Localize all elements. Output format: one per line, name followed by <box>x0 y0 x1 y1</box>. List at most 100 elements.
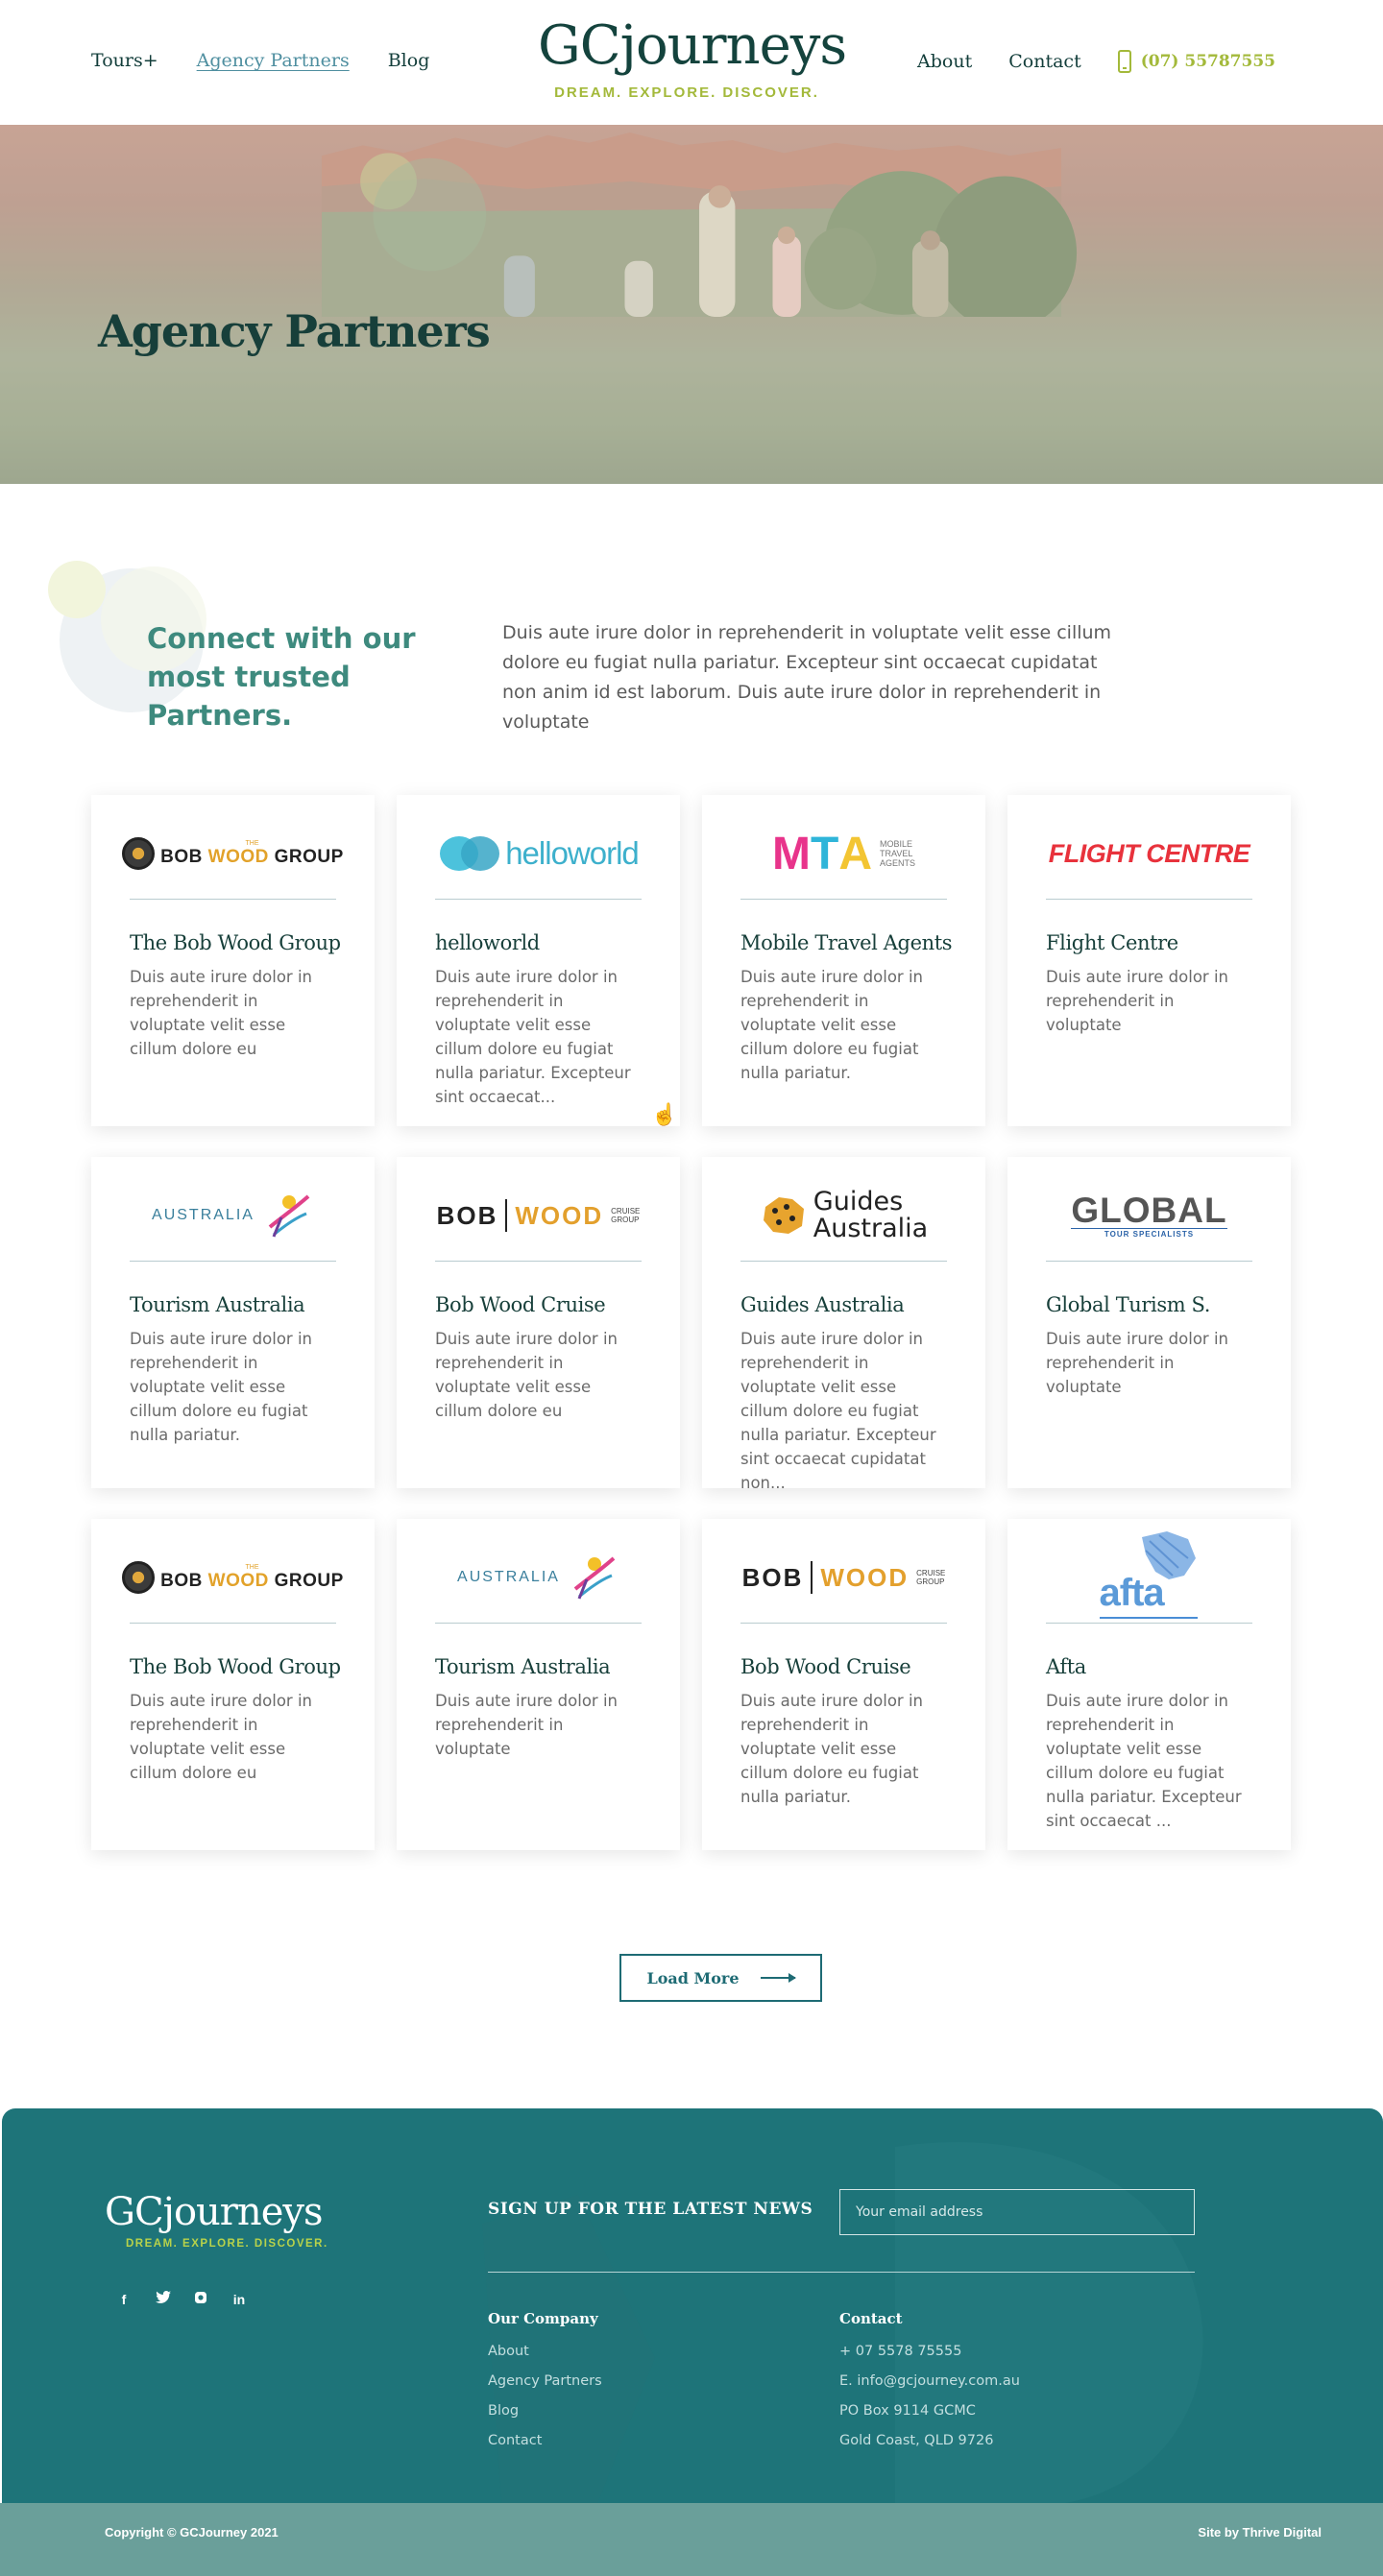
pointer-hand-icon: ☝ <box>651 1102 678 1126</box>
footer-logo-wordmark: GCjourneys <box>105 2190 323 2234</box>
partner-description: Duis aute irure dolor in reprehenderit i… <box>435 968 631 1106</box>
linkedin-icon[interactable]: in <box>232 2292 246 2307</box>
facebook-icon[interactable]: f <box>117 2292 131 2307</box>
card-divider <box>740 1261 947 1262</box>
partner-title: Bob Wood Cruise <box>740 1655 911 1678</box>
partner-title: Tourism Australia <box>435 1655 611 1678</box>
secondary-nav: About Contact (07) 55787555 <box>917 50 1275 73</box>
site-header: Tours+ Agency Partners Blog GCjourneys D… <box>0 0 1383 125</box>
card-divider <box>130 899 336 900</box>
primary-nav: Tours+ Agency Partners Blog <box>91 50 429 71</box>
partner-description: Duis aute irure dolor in reprehenderit i… <box>130 968 312 1058</box>
card-divider <box>1046 899 1252 900</box>
logo-tagline: DREAM. EXPLORE. DISCOVER. <box>554 84 819 101</box>
twitter-icon[interactable] <box>156 2291 171 2307</box>
partner-description: Duis aute irure dolor in reprehenderit i… <box>1046 1330 1228 1396</box>
partner-title: Bob Wood Cruise <box>435 1293 606 1316</box>
phone-link[interactable]: (07) 55787555 <box>1117 50 1275 73</box>
partner-description: Duis aute irure dolor in reprehenderit i… <box>130 1692 312 1782</box>
site-footer: GCjourneys DREAM. EXPLORE. DISCOVER. f i… <box>2 2108 1383 2504</box>
partner-card[interactable]: GLOBAL TOUR SPECIALISTS Global Turism S. … <box>1007 1157 1291 1488</box>
partner-card[interactable]: AUSTRALIA Tourism Australia Duis aute ir… <box>397 1519 680 1850</box>
footer-divider <box>488 2272 1195 2273</box>
partner-title: Guides Australia <box>740 1293 905 1316</box>
footer-email[interactable]: E. info@gcjourney.com.au <box>839 2367 1020 2396</box>
card-divider <box>1046 1261 1252 1262</box>
partner-title: Mobile Travel Agents <box>740 931 953 954</box>
intro-heading: Connect with our most trusted Partners. <box>147 622 416 732</box>
footer-link-agency-partners[interactable]: Agency Partners <box>488 2367 602 2396</box>
footer-link-blog[interactable]: Blog <box>488 2396 602 2426</box>
partner-card[interactable]: THE BOB WOOD GROUP The Bob Wood Group Du… <box>91 1519 375 1850</box>
footer-contact-column: Contact + 07 5578 75555 E. info@gcjourne… <box>839 2310 1020 2456</box>
nav-contact[interactable]: Contact <box>1008 51 1080 72</box>
partner-description: Duis aute irure dolor in reprehenderit i… <box>435 1330 618 1420</box>
afta-logo: afta <box>1017 1519 1281 1623</box>
card-divider <box>435 1623 642 1624</box>
partner-title: Afta <box>1046 1655 1086 1678</box>
partner-title: Global Turism S. <box>1046 1293 1211 1316</box>
nav-tours[interactable]: Tours+ <box>91 50 158 71</box>
bob-wood-cruise-logo: BOB WOOD CRUISE GROUP <box>712 1519 976 1623</box>
instagram-icon[interactable] <box>194 2291 207 2307</box>
partner-title: helloworld <box>435 931 540 954</box>
newsletter-email-input[interactable] <box>839 2189 1195 2235</box>
site-credit-link[interactable]: Site by Thrive Digital <box>1198 2525 1322 2540</box>
global-tourism-logo: GLOBAL TOUR SPECIALISTS <box>1071 1191 1227 1239</box>
load-more-label: Load More <box>646 1968 740 1987</box>
partner-card[interactable]: Guides Australia Guides Australia Duis au… <box>702 1157 985 1492</box>
footer-logo[interactable]: GCjourneys DREAM. EXPLORE. DISCOVER. <box>105 2193 328 2250</box>
footer-phone[interactable]: + 07 5578 75555 <box>839 2337 1020 2367</box>
card-divider <box>740 1623 947 1624</box>
partner-description: Duis aute irure dolor in reprehenderit i… <box>740 1692 923 1806</box>
footer-po-box: PO Box 9114 GCMC <box>839 2403 976 2419</box>
flight-centre-logo: FLIGHT CENTRE <box>1048 838 1250 868</box>
copyright-text: Copyright © GCJourney 2021 <box>105 2525 279 2540</box>
partner-card[interactable]: BOB WOOD CRUISE GROUP Bob Wood Cruise Duis … <box>702 1519 985 1850</box>
page-title: Agency Partners <box>98 305 491 357</box>
footer-address: Gold Coast, QLD 9726 <box>839 2433 994 2448</box>
partner-title: Tourism Australia <box>130 1293 305 1316</box>
partner-title: The Bob Wood Group <box>130 931 341 954</box>
partner-card[interactable]: M T A MOBILE TRAVEL AGENTS Mobile Travel A… <box>702 795 985 1126</box>
card-divider <box>435 1261 642 1262</box>
nav-about[interactable]: About <box>917 51 972 72</box>
arrow-right-icon <box>760 1973 796 1983</box>
card-divider <box>435 899 642 900</box>
bob-wood-group-logo: THE BOB WOOD GROUP <box>101 1519 365 1623</box>
phone-number: (07) 55787555 <box>1140 52 1275 71</box>
footer-company-column: Our Company About Agency Partners Blog C… <box>488 2310 602 2456</box>
partner-description: Duis aute irure dolor in reprehenderit i… <box>740 1330 936 1492</box>
partner-card[interactable]: FLIGHT CENTRE Flight Centre Duis aute ir… <box>1007 795 1291 1126</box>
bob-wood-group-logo: THE BOB WOOD GROUP <box>101 795 365 899</box>
partner-description: Duis aute irure dolor in reprehenderit i… <box>1046 1692 1242 1830</box>
partner-description: Duis aute irure dolor in reprehenderit i… <box>740 968 923 1082</box>
mta-logo: M T A MOBILE TRAVEL AGENTS <box>772 828 915 879</box>
partner-card[interactable]: BOB WOOD CRUISE GROUP Bob Wood Cruise Duis … <box>397 1157 680 1488</box>
social-links: f in <box>117 2291 246 2307</box>
footer-contact-title: Contact <box>839 2310 903 2327</box>
copyright-bar: Copyright © GCJourney 2021 Site by Thriv… <box>0 2503 1383 2576</box>
partner-description: Duis aute irure dolor in reprehenderit i… <box>435 1692 618 1758</box>
partner-title: The Bob Wood Group <box>130 1655 341 1678</box>
load-more-button[interactable]: Load More <box>619 1954 822 2002</box>
intro-text: Duis aute irure dolor in reprehenderit i… <box>502 622 1112 733</box>
card-divider <box>130 1623 336 1624</box>
nav-blog[interactable]: Blog <box>388 50 430 71</box>
footer-link-contact[interactable]: Contact <box>488 2426 602 2456</box>
footer-link-about[interactable]: About <box>488 2337 602 2367</box>
phone-icon <box>1117 50 1131 73</box>
nav-agency-partners[interactable]: Agency Partners <box>197 50 350 71</box>
partner-card[interactable]: THE BOB WOOD GROUP The Bob Wood Group Du… <box>91 795 375 1126</box>
logo-wordmark: GCjourneys <box>538 14 847 77</box>
hero-banner: Agency Partners <box>0 125 1383 484</box>
footer-logo-tagline: DREAM. EXPLORE. DISCOVER. <box>126 2238 328 2250</box>
site-logo[interactable]: GCjourneys DREAM. EXPLORE. DISCOVER. <box>538 14 847 102</box>
card-divider <box>740 899 947 900</box>
partner-description: Duis aute irure dolor in reprehenderit i… <box>1046 968 1228 1034</box>
partner-card[interactable]: helloworld helloworld Duis aute irure do… <box>397 795 680 1126</box>
partner-card[interactable]: afta Afta Duis aute irure dolor in repre… <box>1007 1519 1291 1850</box>
card-divider <box>130 1261 336 1262</box>
tourism-australia-logo: AUSTRALIA <box>406 1519 670 1623</box>
partner-card[interactable]: AUSTRALIA Tourism Australia Duis aute ir… <box>91 1157 375 1488</box>
